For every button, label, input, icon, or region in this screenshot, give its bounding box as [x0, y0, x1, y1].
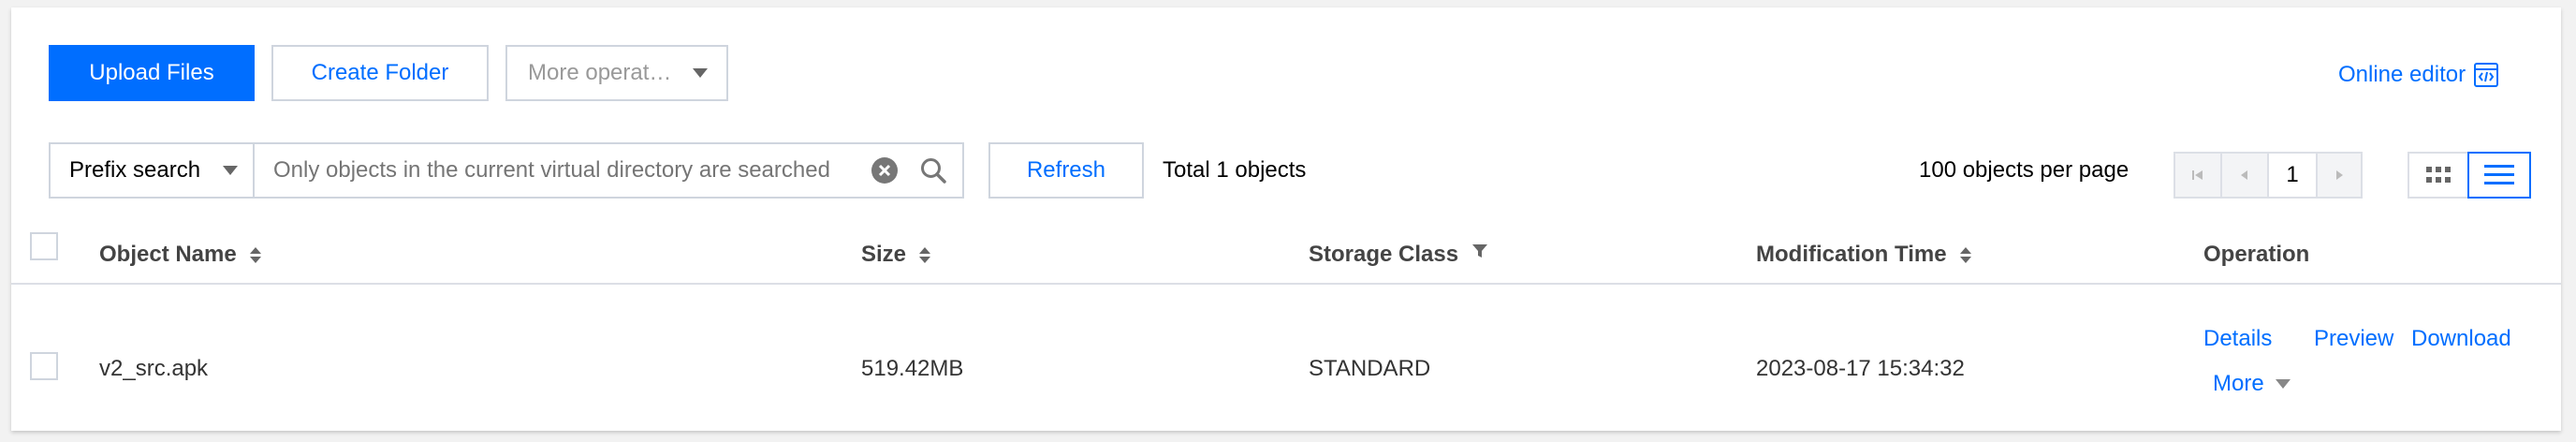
- chevron-down-icon: [223, 166, 238, 175]
- refresh-label: Refresh: [1026, 157, 1106, 183]
- col-header-name[interactable]: Object Name: [99, 242, 261, 268]
- sort-icon[interactable]: [249, 246, 261, 263]
- refresh-button[interactable]: Refresh: [988, 142, 1144, 199]
- search-input[interactable]: [255, 156, 871, 184]
- first-page-button[interactable]: [2174, 152, 2222, 199]
- download-link[interactable]: Download: [2411, 326, 2511, 352]
- select-all-checkbox[interactable]: [30, 232, 58, 260]
- storage-class-cell: STANDARD: [1309, 356, 1431, 381]
- upload-files-label: Upload Files: [89, 60, 214, 85]
- object-list-panel: Upload Files Create Folder More operat… …: [11, 7, 2561, 431]
- modified-time-cell: 2023-08-17 15:34:32: [1756, 356, 1965, 381]
- grid-view-toggle[interactable]: [2408, 152, 2469, 199]
- sort-icon[interactable]: [1959, 246, 1971, 263]
- list-view-toggle[interactable]: [2467, 152, 2531, 199]
- per-page-text: 100 objects per page: [1919, 157, 2130, 183]
- chevron-down-icon: [693, 68, 708, 78]
- sort-icon[interactable]: [919, 246, 931, 263]
- size-cell: 519.42MB: [861, 356, 964, 381]
- search-mode-select[interactable]: Prefix search: [49, 142, 255, 199]
- table-row: v2_src.apk 519.42MB STANDARD 2023-08-17 …: [11, 285, 2561, 431]
- col-header-operation: Operation: [2203, 242, 2309, 268]
- col-header-operation-label: Operation: [2203, 242, 2310, 267]
- col-header-modified-label: Modification Time: [1756, 242, 1947, 267]
- more-dropdown[interactable]: More: [2213, 371, 2291, 397]
- create-folder-label: Create Folder: [311, 60, 449, 85]
- online-editor-label: Online editor: [2338, 62, 2466, 87]
- upload-files-button[interactable]: Upload Files: [49, 45, 255, 101]
- col-header-size-label: Size: [861, 242, 907, 267]
- filter-icon[interactable]: [1471, 243, 1488, 259]
- first-page-icon: [2190, 168, 2205, 183]
- chevron-down-icon: [2275, 379, 2291, 389]
- more-label: More: [2213, 371, 2264, 396]
- search-icon[interactable]: [919, 156, 947, 184]
- search-box: [253, 142, 964, 199]
- next-page-icon: [2332, 168, 2347, 183]
- col-header-modified[interactable]: Modification Time: [1756, 242, 1971, 268]
- object-name-cell[interactable]: v2_src.apk: [99, 356, 208, 382]
- row-checkbox[interactable]: [30, 352, 58, 380]
- clear-icon[interactable]: [871, 156, 899, 184]
- prev-page-button[interactable]: [2220, 152, 2269, 199]
- search-mode-label: Prefix search: [69, 157, 201, 183]
- prev-page-icon: [2237, 168, 2252, 183]
- preview-link[interactable]: Preview: [2314, 326, 2393, 352]
- col-header-name-label: Object Name: [99, 242, 237, 267]
- list-view-icon: [2484, 164, 2514, 186]
- code-editor-icon: [2473, 62, 2499, 88]
- current-page-value: 1: [2286, 162, 2299, 187]
- col-header-storage-class[interactable]: Storage Class: [1309, 242, 1488, 268]
- details-link[interactable]: Details: [2203, 326, 2272, 352]
- more-operations-label: More operat…: [528, 60, 672, 85]
- page-number-input[interactable]: 1: [2267, 152, 2318, 199]
- create-folder-button[interactable]: Create Folder: [271, 45, 489, 101]
- col-header-storage-class-label: Storage Class: [1309, 242, 1459, 267]
- more-operations-dropdown[interactable]: More operat…: [505, 45, 728, 101]
- online-editor-link[interactable]: Online editor: [2338, 62, 2499, 88]
- col-header-size[interactable]: Size: [861, 242, 931, 268]
- grid-view-icon: [2426, 167, 2451, 184]
- next-page-button[interactable]: [2316, 152, 2363, 199]
- total-objects-text: Total 1 objects: [1163, 157, 1307, 183]
